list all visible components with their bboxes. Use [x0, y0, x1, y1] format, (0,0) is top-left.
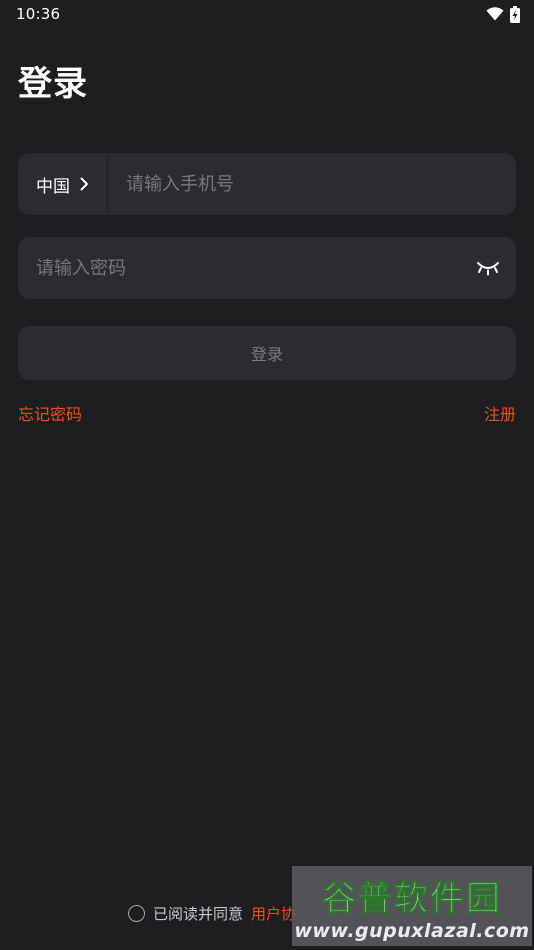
- watermark-title: 谷普软件园: [322, 878, 502, 919]
- phone-input[interactable]: [108, 153, 516, 215]
- agreement-text: 已阅读并同意: [153, 904, 244, 923]
- country-picker[interactable]: 中国: [18, 153, 108, 215]
- chevron-right-icon: [80, 177, 88, 191]
- battery-charging-icon: [510, 5, 520, 23]
- watermark: 谷普软件园 www.gupuxlazal.com: [292, 866, 532, 946]
- forgot-password-link[interactable]: 忘记密码: [18, 401, 82, 425]
- eye-closed-icon[interactable]: [476, 260, 500, 276]
- status-time: 10:36: [16, 5, 61, 23]
- user-agreement-link[interactable]: 用户协: [251, 903, 296, 924]
- status-bar: 10:36: [0, 0, 534, 28]
- login-screen: 10:36 登录 中国 登录: [0, 0, 534, 950]
- password-input[interactable]: [18, 237, 476, 299]
- agreement-row: 已阅读并同意 用户协: [128, 902, 296, 924]
- phone-field-row: 中国: [18, 153, 516, 215]
- password-field-row: [18, 237, 516, 299]
- status-icons: [486, 5, 520, 23]
- agreement-radio[interactable]: [128, 904, 145, 922]
- wifi-icon: [486, 7, 504, 21]
- register-link[interactable]: 注册: [484, 401, 516, 425]
- page-title: 登录: [18, 64, 88, 104]
- country-label: 中国: [36, 176, 70, 197]
- login-button[interactable]: 登录: [18, 326, 516, 380]
- watermark-url: www.gupuxlazal.com: [294, 919, 530, 942]
